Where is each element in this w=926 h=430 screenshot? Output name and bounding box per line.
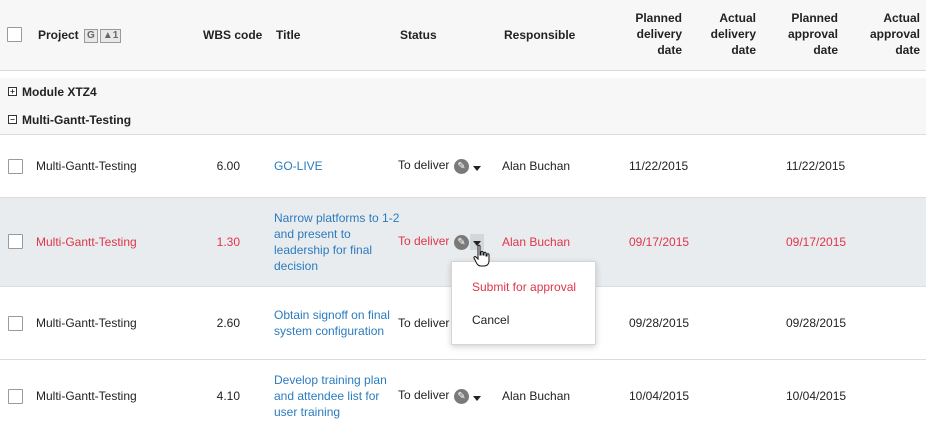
planned-approval-cell: 10/04/2015 (786, 389, 847, 403)
column-header-wbs[interactable]: WBS code (203, 27, 262, 43)
planned-delivery-cell: 11/22/2015 (629, 159, 689, 173)
project-cell: Multi-Gantt-Testing (36, 316, 137, 330)
status-cell: To deliver (398, 316, 450, 330)
column-header-status[interactable]: Status (400, 27, 437, 43)
responsible-cell: Alan Buchan (502, 389, 571, 403)
wbs-cell: 2.60 (216, 316, 240, 330)
row-checkbox[interactable] (8, 316, 23, 331)
status-cell: To deliver (398, 234, 450, 248)
planned-approval-cell: 11/22/2015 (786, 159, 846, 173)
expand-icon[interactable]: + (8, 87, 17, 96)
group-row-multi-gantt-testing: − Multi-Gantt-Testing (0, 106, 926, 135)
planned-approval-cell: 09/28/2015 (786, 316, 847, 330)
title-link[interactable]: Obtain signoff on final system configura… (274, 307, 390, 339)
row-checkbox[interactable] (8, 159, 23, 174)
table-row[interactable]: Multi-Gantt-Testing 6.00 GO-LIVE To deli… (0, 135, 926, 198)
cancel-menu-item[interactable]: Cancel (472, 313, 509, 327)
row-checkbox[interactable] (8, 389, 23, 404)
group-row-module-xtz4: + Module XTZ4 (0, 78, 926, 107)
project-cell: Multi-Gantt-Testing (36, 159, 137, 173)
project-cell: Multi-Gantt-Testing (36, 235, 137, 249)
pencil-icon[interactable]: ✎ (454, 389, 469, 404)
project-cell: Multi-Gantt-Testing (36, 389, 137, 403)
group-label: Multi-Gantt-Testing (22, 113, 132, 127)
status-cell: To deliver (398, 158, 450, 172)
group-label: Module XTZ4 (22, 85, 97, 99)
column-header-responsible[interactable]: Responsible (504, 27, 575, 43)
column-header-actual-approval[interactable]: Actual approval date (850, 10, 920, 58)
collapse-icon[interactable]: − (8, 115, 17, 124)
planned-delivery-cell: 09/17/2015 (629, 235, 690, 249)
caret-down-icon[interactable] (473, 396, 481, 401)
submit-for-approval-menu-item[interactable]: Submit for approval (472, 280, 576, 294)
table-row[interactable]: Multi-Gantt-Testing 4.10 Develop trainin… (0, 360, 926, 430)
table-header: Project G ▲1 WBS code Title Status Respon… (0, 0, 926, 71)
wbs-cell: 6.00 (216, 159, 240, 173)
status-cell: To deliver (398, 388, 450, 402)
group-tag[interactable]: G (84, 29, 98, 43)
column-header-planned-approval[interactable]: Planned approval date (766, 10, 838, 58)
title-link[interactable]: Develop training plan and attendee list … (274, 372, 387, 420)
hand-pointer-icon (473, 244, 490, 267)
select-all-checkbox[interactable] (7, 27, 22, 42)
row-checkbox[interactable] (8, 234, 23, 249)
pencil-icon[interactable]: ✎ (454, 159, 469, 174)
responsible-cell: Alan Buchan (502, 159, 571, 173)
wbs-cell: 4.10 (216, 389, 240, 403)
planned-delivery-cell: 09/28/2015 (629, 316, 690, 330)
status-action-menu: Submit for approval Cancel (451, 261, 596, 345)
title-link[interactable]: Narrow platforms to 1-2 and present to l… (274, 210, 399, 274)
planned-delivery-cell: 10/04/2015 (629, 389, 690, 403)
pencil-icon[interactable]: ✎ (454, 235, 469, 250)
column-header-planned-delivery[interactable]: Planned delivery date (610, 10, 682, 58)
column-header-actual-delivery[interactable]: Actual delivery date (686, 10, 756, 58)
caret-down-icon[interactable] (473, 166, 481, 171)
planned-approval-cell: 09/17/2015 (786, 235, 847, 249)
column-header-project[interactable]: Project G ▲1 (38, 27, 122, 43)
title-link[interactable]: GO-LIVE (274, 158, 323, 174)
wbs-cell: 1.30 (216, 235, 240, 249)
responsible-cell: Alan Buchan (502, 235, 571, 249)
sort-tag[interactable]: ▲1 (99, 29, 122, 43)
column-header-title[interactable]: Title (276, 27, 300, 43)
